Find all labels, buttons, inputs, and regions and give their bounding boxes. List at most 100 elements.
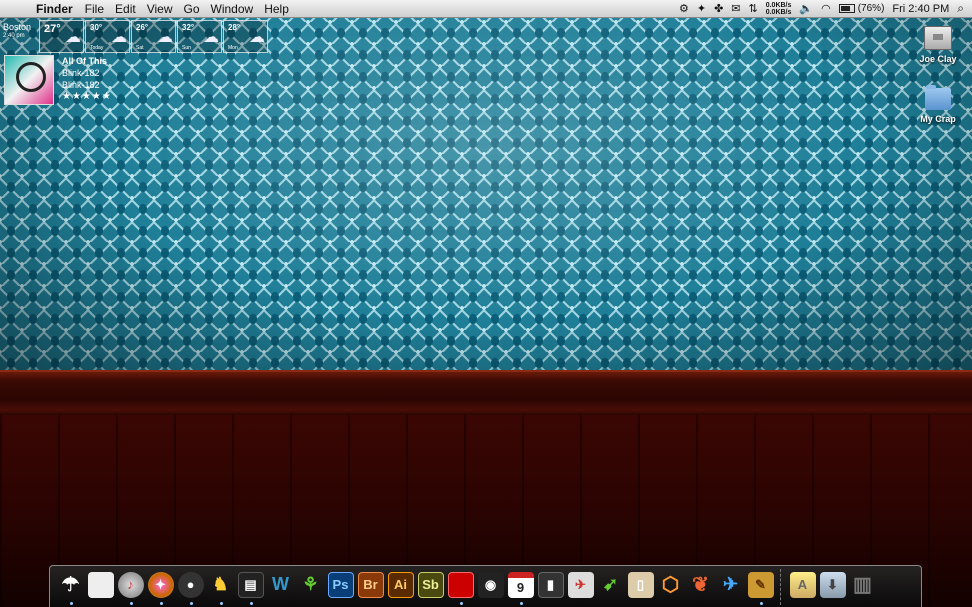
partly-cloudy-icon: ☁ bbox=[111, 29, 127, 46]
dock-item-fireworks[interactable]: ⚘ bbox=[296, 568, 325, 606]
green-fish-icon: ⚘ bbox=[302, 574, 319, 594]
cat-icon[interactable]: ✤ bbox=[714, 2, 723, 15]
track-info: All Of This Blink-182 Blink-182 ★★★★★ bbox=[62, 55, 112, 105]
battery-status[interactable]: (76%) bbox=[838, 3, 884, 14]
folder-icon bbox=[925, 85, 951, 110]
camera-icon: ◉ bbox=[477, 571, 504, 598]
weather-forecast-day: 32° ☁ Sun bbox=[177, 20, 222, 53]
dock-item-illustrator[interactable]: Ai bbox=[386, 568, 415, 606]
desktop-icon-label: Joe Clay bbox=[919, 54, 957, 64]
track-rating[interactable]: ★★★★★ bbox=[62, 91, 112, 103]
growl-paw-icon[interactable]: ✦ bbox=[697, 2, 706, 15]
dock-item-leaf[interactable]: ❦ bbox=[686, 568, 715, 606]
desktop-icon-my-crap[interactable]: My Crap bbox=[908, 85, 968, 124]
partly-cloudy-icon: ☁ bbox=[249, 29, 265, 46]
dock-item-camera-app[interactable]: ◉ bbox=[476, 568, 505, 606]
now-playing-widget[interactable]: All Of This Blink-182 Blink-182 ★★★★★ bbox=[4, 55, 112, 105]
mail-icon[interactable]: ✉ bbox=[731, 2, 740, 15]
track-title: All Of This bbox=[62, 56, 107, 66]
network-monitor[interactable]: 0.0KB/s 0.0KB/s bbox=[766, 2, 792, 16]
menu-clock[interactable]: Fri 2:40 PM bbox=[892, 3, 949, 15]
forecast-day: Mon bbox=[228, 45, 238, 51]
menu-go[interactable]: Go bbox=[182, 2, 209, 16]
desktop-icon-label: My Crap bbox=[920, 114, 956, 124]
spotlight-search-icon[interactable]: ⌕ bbox=[957, 1, 964, 16]
compass-icon: ✦ bbox=[147, 571, 174, 598]
dock-item-photoshop[interactable]: Ps bbox=[326, 568, 355, 606]
forecast-day: Sat bbox=[136, 45, 144, 51]
track-artist: Blink-182 bbox=[62, 68, 100, 78]
menu-window[interactable]: Window bbox=[209, 2, 263, 16]
wifi-icon[interactable]: ◠ bbox=[821, 2, 831, 15]
w-logo-icon: W bbox=[272, 574, 289, 594]
weather-current: 27° ☁ bbox=[39, 20, 84, 53]
snow-cloud-icon: ☁ bbox=[203, 29, 219, 46]
dock-item-colors[interactable]: ⬡ bbox=[656, 568, 685, 606]
dock-item-safari[interactable]: ✦ bbox=[146, 568, 175, 606]
dock-item-scripts[interactable]: ✎ bbox=[746, 568, 775, 606]
dock-item-downloads-stack[interactable]: ⬇ bbox=[818, 568, 847, 606]
illustrator-icon: Ai bbox=[387, 571, 414, 598]
forecast-temp: 30° bbox=[90, 23, 103, 32]
hair-dryer-icon: ➹ bbox=[602, 574, 619, 594]
weather-widget[interactable]: Boston 2:40 pm 27° ☁ 30° ☁ Today 26° ☁ S… bbox=[3, 20, 269, 53]
dock-item-twitter[interactable]: ✈ bbox=[716, 568, 745, 606]
forecast-day: Today bbox=[90, 45, 104, 51]
gear-icon[interactable]: ⚙ bbox=[679, 2, 689, 15]
forecast-day: Sun bbox=[182, 45, 191, 51]
partly-cloudy-icon: ☁ bbox=[65, 29, 81, 46]
menu-app-finder[interactable]: Finder bbox=[30, 2, 83, 16]
dock-item-itunes[interactable]: ♪ bbox=[116, 568, 145, 606]
weather-current-temp: 27° bbox=[44, 23, 61, 35]
hexagon-icon: ⬡ bbox=[661, 574, 680, 596]
red-card-icon bbox=[447, 571, 474, 598]
dock-item-trash[interactable]: ▥ bbox=[848, 568, 877, 606]
dock: ☂ ♪ ✦ ● ♞ ▤ W ⚘ Ps Br Ai Sb ◉ 9 ▮ ✈ ➹ ▯ … bbox=[49, 565, 922, 607]
menu-edit[interactable]: Edit bbox=[113, 2, 145, 16]
hard-drive-icon bbox=[924, 26, 952, 50]
volume-icon[interactable]: 🔈 bbox=[799, 2, 813, 15]
dock-item-archive[interactable]: ▯ bbox=[626, 568, 655, 606]
duck-icon: ♞ bbox=[212, 574, 229, 594]
calendar-icon: 9 bbox=[507, 571, 534, 598]
dock-item-umbrella[interactable]: ☂ bbox=[56, 568, 85, 606]
weather-time: 2:40 pm bbox=[3, 33, 25, 39]
dock-item-flashcards[interactable] bbox=[446, 568, 475, 606]
menu-extras: ⚙ ✦ ✤ ✉ ⇅ 0.0KB/s 0.0KB/s 🔈 ◠ (76%) Fri … bbox=[679, 1, 972, 16]
dock-item-usb[interactable]: ▮ bbox=[536, 568, 565, 606]
dock-item-finder-mac[interactable] bbox=[86, 568, 115, 606]
net-up-rate: 0.0KB/s bbox=[765, 1, 792, 9]
soundbooth-icon: Sb bbox=[417, 571, 444, 598]
net-down-rate: 0.0KB/s bbox=[765, 8, 792, 16]
dock-item-applications-stack[interactable]: A bbox=[788, 568, 817, 606]
dock-item-camera[interactable]: ● bbox=[176, 568, 205, 606]
dock-item-transmit[interactable]: ➹ bbox=[596, 568, 625, 606]
menu-file[interactable]: File bbox=[83, 2, 113, 16]
dock-item-notebook[interactable]: ▤ bbox=[236, 568, 265, 606]
track-album: Blink-182 bbox=[62, 80, 100, 90]
apple-box-icon bbox=[87, 571, 114, 598]
video-camera-icon: ● bbox=[177, 571, 204, 598]
umbrella-icon: ☂ bbox=[61, 574, 80, 596]
forecast-temp: 32° bbox=[182, 23, 195, 32]
menu-view[interactable]: View bbox=[145, 2, 182, 16]
desktop-icon-joe-clay[interactable]: Joe Clay bbox=[908, 26, 968, 64]
forecast-temp: 28° bbox=[228, 23, 241, 32]
dock-item-preview[interactable]: ✈ bbox=[566, 568, 595, 606]
album-art bbox=[4, 55, 54, 105]
weather-city: Boston bbox=[3, 22, 32, 32]
trash-icon: ▥ bbox=[853, 574, 872, 596]
dock-item-adium[interactable]: ♞ bbox=[206, 568, 235, 606]
itunes-icon: ♪ bbox=[117, 571, 144, 598]
downloads-stack-icon: ⬇ bbox=[819, 571, 846, 598]
updown-arrows-icon[interactable]: ⇅ bbox=[749, 2, 758, 15]
dock-item-ical[interactable]: 9 bbox=[506, 568, 535, 606]
weather-location: Boston 2:40 pm bbox=[3, 20, 39, 53]
weather-forecast-day: 30° ☁ Today bbox=[85, 20, 130, 53]
dock-item-dreamweaver[interactable]: W bbox=[266, 568, 295, 606]
dock-item-soundbooth[interactable]: Sb bbox=[416, 568, 445, 606]
forecast-temp: 26° bbox=[136, 23, 149, 32]
usb-drive-icon: ▮ bbox=[537, 571, 564, 598]
menu-help[interactable]: Help bbox=[262, 2, 298, 16]
dock-item-bridge[interactable]: Br bbox=[356, 568, 385, 606]
